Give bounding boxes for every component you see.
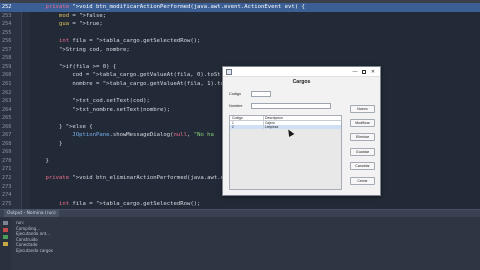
settings-icon[interactable]: [3, 242, 8, 246]
output-header: Output - Nomina (run): [0, 210, 480, 217]
cargos-dialog: — ✕ Cargos Codigo Nombre Codigo Descripc…: [222, 66, 381, 196]
codigo-label: Codigo: [229, 92, 242, 96]
column-divider[interactable]: [263, 116, 264, 129]
nombre-label: Nombre: [229, 104, 243, 108]
nombre-field[interactable]: [251, 103, 331, 109]
java-app-icon: [226, 69, 232, 75]
modificar-button[interactable]: Modificar: [350, 119, 375, 127]
cell-descripcion: Limpieza: [265, 125, 279, 130]
cerrar-button[interactable]: Cerrar: [350, 177, 375, 185]
cell-codigo: 2: [232, 125, 234, 130]
rerun-icon[interactable]: [3, 221, 8, 225]
maximize-icon: [362, 70, 366, 74]
stop-icon[interactable]: [3, 228, 8, 232]
eliminar-button[interactable]: Eliminar: [350, 133, 375, 141]
dialog-heading: Cargos: [292, 79, 311, 85]
cancelar-button[interactable]: Cancelar: [350, 162, 375, 170]
output-panel: Output - Nomina (run) run: Compiling... Ej…: [0, 209, 480, 270]
output-line: Ejecutando cargos: [16, 247, 53, 253]
codigo-field[interactable]: [251, 91, 271, 97]
nuevo-button[interactable]: Nuevo: [350, 105, 375, 113]
close-button[interactable]: ✕: [368, 67, 378, 77]
output-toolbar: [0, 218, 11, 270]
dialog-titlebar[interactable]: — ✕: [223, 67, 380, 77]
cargos-table[interactable]: Codigo Descripcion 1 Cajero 2 Limpieza: [229, 115, 342, 190]
table-row-selected[interactable]: 2 Limpieza: [230, 125, 341, 130]
run-icon[interactable]: [3, 235, 8, 239]
guardar-button[interactable]: Guardar: [350, 148, 375, 156]
output-tab[interactable]: Output - Nomina (run): [4, 210, 59, 217]
